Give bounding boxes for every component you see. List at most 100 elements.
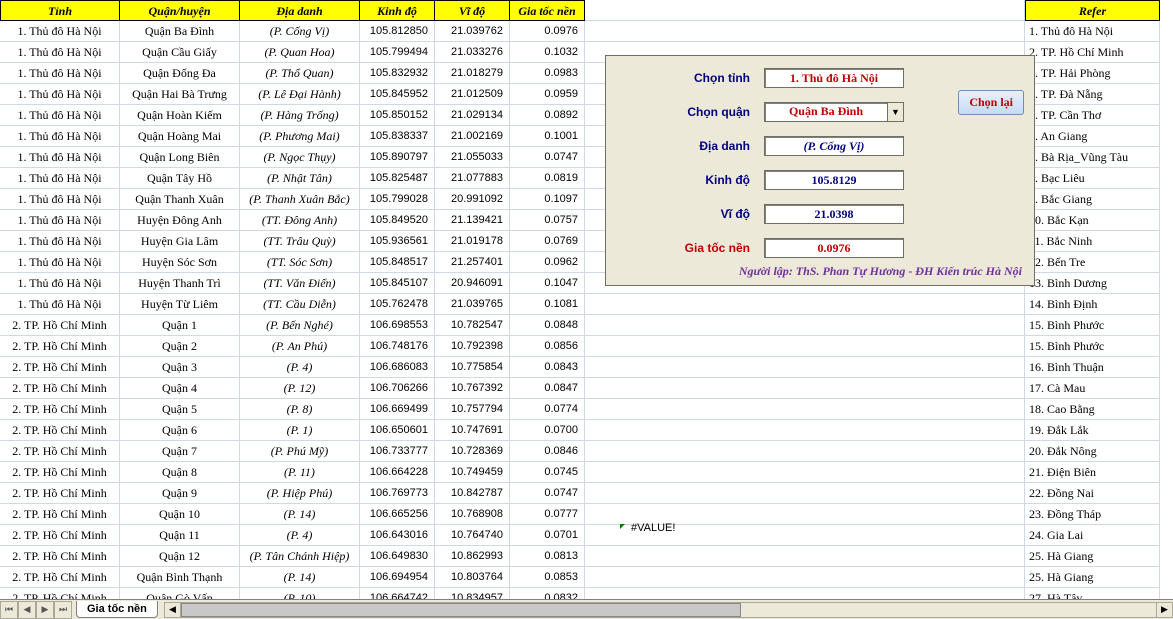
table-cell[interactable]: 2. TP. Hồ Chí Minh bbox=[0, 567, 120, 588]
refer-item[interactable]: 27. Hà Tây bbox=[1025, 588, 1160, 599]
table-cell[interactable]: 106.649830 bbox=[360, 546, 435, 567]
table-cell[interactable]: 21.012509 bbox=[435, 84, 510, 105]
col-header-1[interactable]: Quận/huyện bbox=[120, 0, 240, 21]
table-cell[interactable]: (P. Nhật Tân) bbox=[240, 168, 360, 189]
table-cell[interactable]: (P. Cống Vị) bbox=[240, 21, 360, 42]
tab-nav-last[interactable]: ⏭ bbox=[54, 601, 72, 619]
table-cell[interactable]: 10.862993 bbox=[435, 546, 510, 567]
table-cell[interactable]: 21.139421 bbox=[435, 210, 510, 231]
table-cell[interactable]: Quận Hoàn Kiếm bbox=[120, 105, 240, 126]
table-cell[interactable]: 10.834957 bbox=[435, 588, 510, 599]
table-cell[interactable]: 0.0700 bbox=[510, 420, 585, 441]
table-cell[interactable]: (P. Bến Nghé) bbox=[240, 315, 360, 336]
table-cell[interactable]: (P. 11) bbox=[240, 462, 360, 483]
refer-item[interactable]: 15. Bình Phước bbox=[1025, 315, 1160, 336]
refer-item[interactable]: 2. TP. Hồ Chí Minh bbox=[1025, 42, 1160, 63]
refer-item[interactable]: 21. Điện Biên bbox=[1025, 462, 1160, 483]
table-cell[interactable]: 0.0777 bbox=[510, 504, 585, 525]
table-cell[interactable]: 106.733777 bbox=[360, 441, 435, 462]
table-cell[interactable]: (TT. Sóc Sơn) bbox=[240, 252, 360, 273]
table-cell[interactable]: 1. Thủ đô Hà Nội bbox=[0, 189, 120, 210]
table-cell[interactable]: 0.0819 bbox=[510, 168, 585, 189]
table-cell[interactable]: 0.0959 bbox=[510, 84, 585, 105]
table-cell[interactable]: 105.845952 bbox=[360, 84, 435, 105]
table-cell[interactable]: 0.1001 bbox=[510, 126, 585, 147]
refer-item[interactable]: 13. Bình Dương bbox=[1025, 273, 1160, 294]
table-cell[interactable]: 105.890797 bbox=[360, 147, 435, 168]
table-cell[interactable]: 10.749459 bbox=[435, 462, 510, 483]
table-cell[interactable]: 0.0962 bbox=[510, 252, 585, 273]
table-cell[interactable]: (P. 10) bbox=[240, 588, 360, 599]
table-cell[interactable]: 2. TP. Hồ Chí Minh bbox=[0, 588, 120, 599]
table-cell[interactable]: Quận 12 bbox=[120, 546, 240, 567]
table-cell[interactable]: (TT. Cầu Diễn) bbox=[240, 294, 360, 315]
refer-item[interactable]: 25. Hà Giang bbox=[1025, 567, 1160, 588]
table-cell[interactable]: (P. Hàng Trống) bbox=[240, 105, 360, 126]
table-cell[interactable]: Quận Hai Bà Trưng bbox=[120, 84, 240, 105]
table-cell[interactable]: 0.1097 bbox=[510, 189, 585, 210]
table-cell[interactable]: (P. Thanh Xuân Bắc) bbox=[240, 189, 360, 210]
table-cell[interactable]: 0.0853 bbox=[510, 567, 585, 588]
table-cell[interactable]: Huyện Từ Liêm bbox=[120, 294, 240, 315]
table-cell[interactable]: 106.706266 bbox=[360, 378, 435, 399]
table-cell[interactable]: 1. Thủ đô Hà Nội bbox=[0, 84, 120, 105]
table-cell[interactable]: Quận Cầu Giấy bbox=[120, 42, 240, 63]
table-cell[interactable]: 1. Thủ đô Hà Nội bbox=[0, 126, 120, 147]
table-cell[interactable]: 1. Thủ đô Hà Nội bbox=[0, 42, 120, 63]
table-cell[interactable]: Quận 5 bbox=[120, 399, 240, 420]
refer-item[interactable]: 25. Hà Giang bbox=[1025, 546, 1160, 567]
table-cell[interactable]: Quận Tây Hồ bbox=[120, 168, 240, 189]
table-cell[interactable]: 0.0843 bbox=[510, 357, 585, 378]
tab-nav-first[interactable]: ⏮ bbox=[0, 601, 18, 619]
table-cell[interactable]: (P. 14) bbox=[240, 504, 360, 525]
table-cell[interactable]: (P. Lê Đại Hành) bbox=[240, 84, 360, 105]
refer-item[interactable]: 10. Bắc Kạn bbox=[1025, 210, 1160, 231]
refer-item[interactable]: 19. Đắk Lắk bbox=[1025, 420, 1160, 441]
table-cell[interactable]: 0.0747 bbox=[510, 147, 585, 168]
table-cell[interactable]: 21.039762 bbox=[435, 21, 510, 42]
table-cell[interactable]: 0.0846 bbox=[510, 441, 585, 462]
table-cell[interactable]: Quận Hoàng Mai bbox=[120, 126, 240, 147]
table-cell[interactable]: 0.1081 bbox=[510, 294, 585, 315]
table-cell[interactable]: 105.838337 bbox=[360, 126, 435, 147]
refer-item[interactable]: 12. Bến Tre bbox=[1025, 252, 1160, 273]
refer-item[interactable]: 15. Bình Phước bbox=[1025, 336, 1160, 357]
table-cell[interactable]: 2. TP. Hồ Chí Minh bbox=[0, 462, 120, 483]
chevron-down-icon[interactable]: ▼ bbox=[887, 103, 903, 121]
table-cell[interactable]: Quận Long Biên bbox=[120, 147, 240, 168]
table-cell[interactable]: (P. An Phú) bbox=[240, 336, 360, 357]
scroll-right-icon[interactable]: ▶ bbox=[1156, 603, 1172, 617]
table-cell[interactable]: Huyện Sóc Sơn bbox=[120, 252, 240, 273]
table-cell[interactable]: Huyện Gia Lâm bbox=[120, 231, 240, 252]
refer-item[interactable]: 3. TP. Hải Phòng bbox=[1025, 63, 1160, 84]
table-cell[interactable]: Quận Thanh Xuân bbox=[120, 189, 240, 210]
refer-item[interactable]: 5. TP. Cần Thơ bbox=[1025, 105, 1160, 126]
table-cell[interactable]: 10.842787 bbox=[435, 483, 510, 504]
table-cell[interactable]: 10.768908 bbox=[435, 504, 510, 525]
table-cell[interactable]: 21.077883 bbox=[435, 168, 510, 189]
table-cell[interactable]: (P. Hiệp Phú) bbox=[240, 483, 360, 504]
table-cell[interactable]: 106.698553 bbox=[360, 315, 435, 336]
table-cell[interactable]: 2. TP. Hồ Chí Minh bbox=[0, 546, 120, 567]
table-cell[interactable]: (TT. Văn Điển) bbox=[240, 273, 360, 294]
table-cell[interactable]: 10.803764 bbox=[435, 567, 510, 588]
table-cell[interactable]: Quận Gò Vấp bbox=[120, 588, 240, 599]
table-cell[interactable]: 1. Thủ đô Hà Nội bbox=[0, 210, 120, 231]
refer-item[interactable]: 18. Cao Bằng bbox=[1025, 399, 1160, 420]
table-cell[interactable]: 21.029134 bbox=[435, 105, 510, 126]
table-cell[interactable]: 10.728369 bbox=[435, 441, 510, 462]
table-cell[interactable]: Quận 9 bbox=[120, 483, 240, 504]
table-cell[interactable]: Quận 3 bbox=[120, 357, 240, 378]
refer-item[interactable]: 7. Bà Rịa_Vũng Tàu bbox=[1025, 147, 1160, 168]
table-cell[interactable]: 105.845107 bbox=[360, 273, 435, 294]
table-cell[interactable]: (TT. Đông Anh) bbox=[240, 210, 360, 231]
table-cell[interactable]: 105.850152 bbox=[360, 105, 435, 126]
table-cell[interactable]: 10.775854 bbox=[435, 357, 510, 378]
refer-header[interactable]: Refer bbox=[1025, 0, 1160, 21]
table-cell[interactable]: (P. 1) bbox=[240, 420, 360, 441]
table-cell[interactable]: (P. Phú Mỹ) bbox=[240, 441, 360, 462]
table-cell[interactable]: 1. Thủ đô Hà Nội bbox=[0, 147, 120, 168]
table-cell[interactable]: Quận 11 bbox=[120, 525, 240, 546]
table-cell[interactable]: Quận 8 bbox=[120, 462, 240, 483]
table-cell[interactable]: 105.799028 bbox=[360, 189, 435, 210]
